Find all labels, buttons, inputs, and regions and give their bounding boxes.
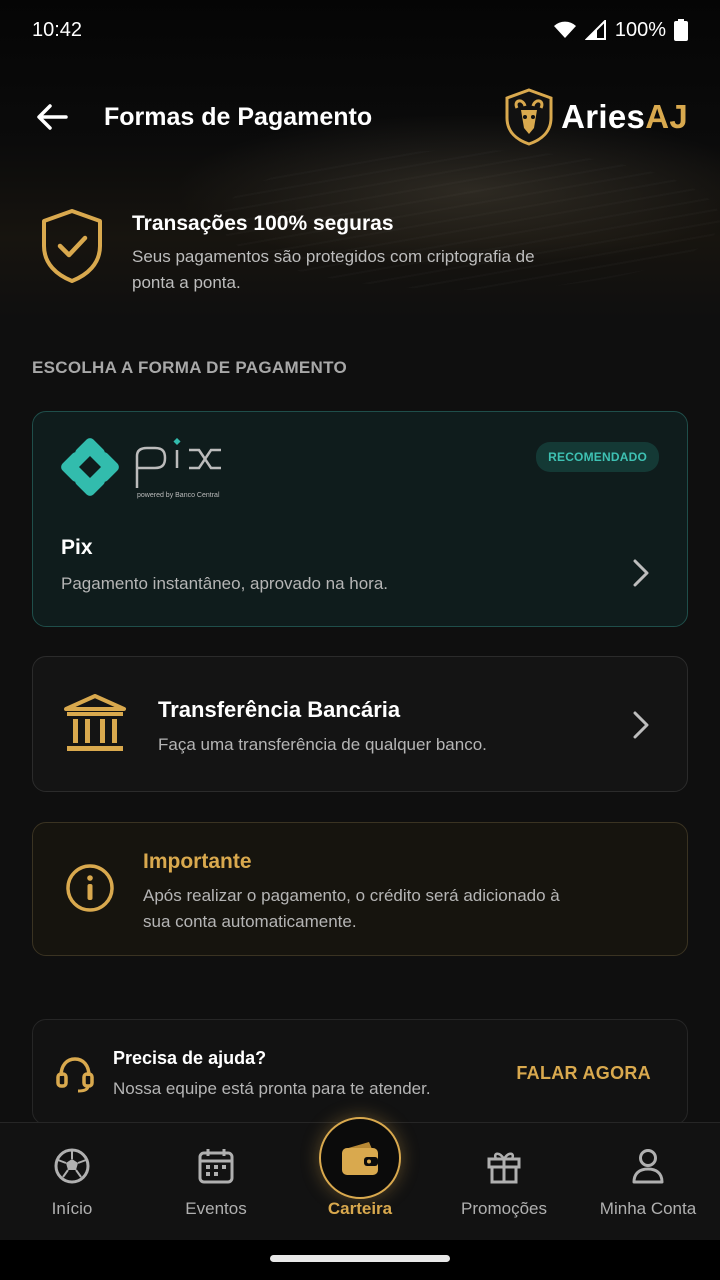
status-time: 10:42 — [32, 18, 83, 41]
battery-icon — [674, 19, 688, 41]
help-title: Precisa de ajuda? — [113, 1048, 267, 1068]
headset-icon — [56, 1057, 94, 1093]
user-icon — [629, 1147, 667, 1185]
notice-description: Após realizar o pagamento, o crédito ser… — [143, 886, 560, 931]
nav-label-minha-conta: Minha Conta — [599, 1199, 697, 1218]
nav-item-inicio[interactable]: Início — [0, 1123, 144, 1240]
status-icons: 100% — [553, 19, 688, 42]
security-description: Seus pagamentos são protegidos com cript… — [132, 247, 535, 292]
gesture-area — [0, 1240, 720, 1280]
chevron-right-icon — [633, 711, 649, 739]
shield-check-icon — [42, 209, 102, 283]
soccer-ball-icon — [53, 1147, 91, 1185]
section-label: ESCOLHA A FORMA DE PAGAMENTO — [32, 358, 348, 377]
calendar-icon — [197, 1147, 235, 1185]
back-button[interactable] — [32, 97, 72, 137]
notice-title: Importante — [143, 850, 252, 873]
bank-transfer-title: Transferência Bancária — [158, 697, 401, 722]
pix-wordmark: powered by Banco Central — [133, 437, 243, 502]
pix-title: Pix — [61, 536, 93, 559]
signal-icon — [584, 20, 606, 40]
ram-shield-icon — [505, 88, 553, 146]
chevron-right-icon — [633, 559, 649, 587]
status-bar: 10:42 100% — [0, 0, 720, 60]
wallet-icon — [342, 1142, 378, 1175]
nav-label-inicio: Início — [51, 1199, 93, 1218]
wifi-icon — [553, 21, 576, 38]
active-tab-indicator — [319, 1117, 401, 1199]
home-gesture-bar[interactable] — [270, 1255, 450, 1262]
help-description: Nossa equipe está pronta para te atender… — [113, 1079, 431, 1098]
nav-label-promocoes: Promoções — [461, 1199, 547, 1218]
pix-text-mark — [135, 437, 221, 488]
recommended-badge: RECOMENDADO — [536, 442, 659, 472]
page-title: Formas de Pagamento — [104, 102, 373, 131]
security-title: Transações 100% seguras — [132, 212, 394, 235]
brand-name: AriesAJ — [561, 98, 688, 136]
talk-now-button[interactable]: FALAR AGORA — [516, 1063, 651, 1084]
pix-description: Pagamento instantâneo, aprovado na hora. — [61, 574, 389, 593]
nav-item-carteira[interactable]: Carteira — [288, 1117, 432, 1240]
nav-label-carteira: Carteira — [327, 1199, 393, 1218]
nav-item-promocoes[interactable]: Promoções — [432, 1123, 576, 1240]
bank-transfer-description: Faça uma transferência de qualquer banco… — [158, 735, 487, 754]
bottom-nav: Início Eventos Carteira Promoções Minha … — [0, 1117, 720, 1240]
brand-main: Aries — [561, 98, 646, 135]
help-card: Precisa de ajuda? Nossa equipe está pron… — [32, 1019, 688, 1125]
pix-powered-by: powered by Banco Central — [137, 492, 220, 499]
security-notice: Transações 100% seguras Seus pagamentos … — [40, 208, 562, 296]
arrow-left-icon — [37, 104, 68, 130]
pix-logo: powered by Banco Central — [61, 437, 243, 502]
battery-percent: 100% — [614, 18, 666, 41]
nav-item-eventos[interactable]: Eventos — [144, 1123, 288, 1240]
gift-icon — [485, 1147, 523, 1185]
brand-accent: AJ — [645, 98, 688, 135]
bank-transfer-card[interactable]: Transferência Bancária Faça uma transfer… — [32, 656, 688, 792]
security-text: Transações 100% seguras Seus pagamentos … — [132, 212, 562, 296]
pix-diamond-icon — [61, 438, 119, 496]
brand-logo: AriesAJ — [503, 88, 688, 146]
nav-item-minha-conta[interactable]: Minha Conta — [576, 1123, 720, 1240]
nav-label-eventos: Eventos — [185, 1199, 247, 1218]
info-icon — [66, 864, 114, 912]
bank-building-icon — [64, 694, 126, 751]
important-notice: Importante Após realizar o pagamento, o … — [32, 822, 688, 956]
pix-payment-card[interactable]: powered by Banco Central RECOMENDADO Pix… — [32, 411, 688, 627]
app-header: Formas de Pagamento AriesAJ — [0, 78, 720, 156]
